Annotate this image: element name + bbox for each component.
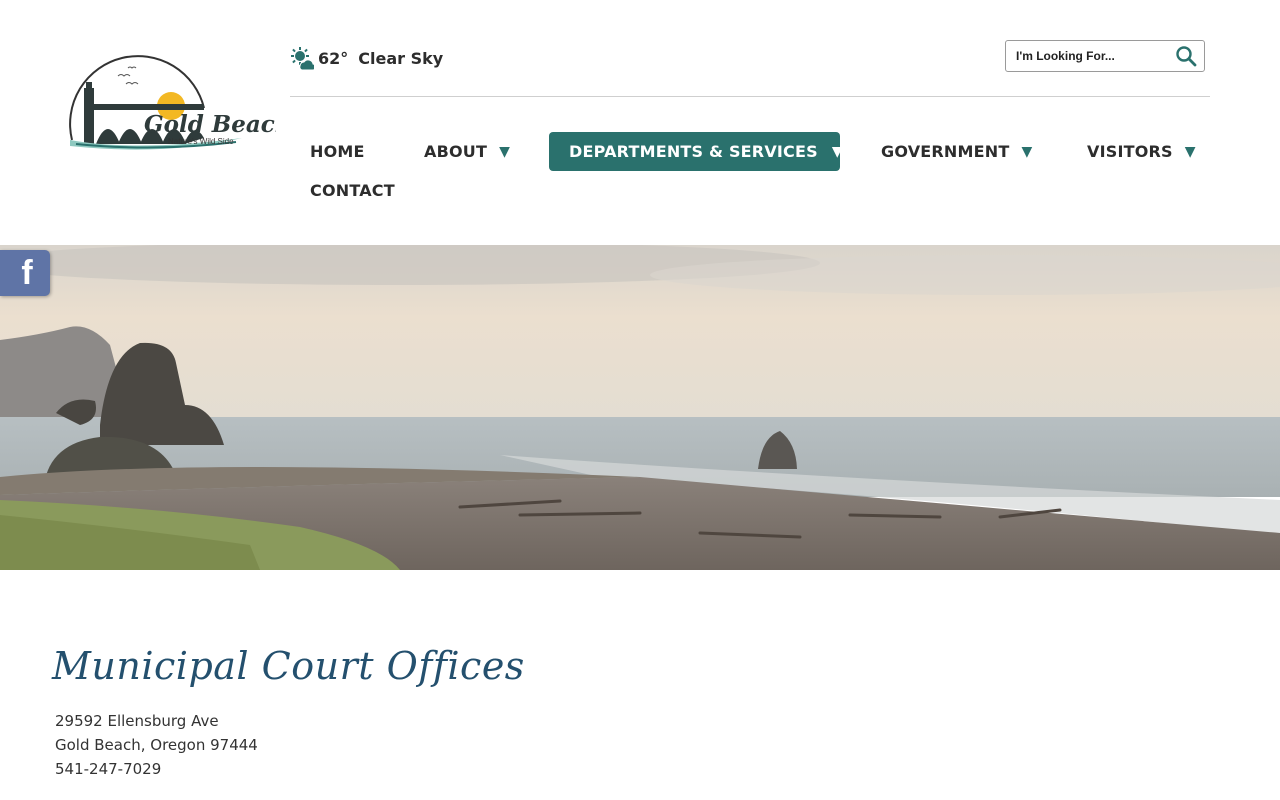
nav-item-visitors[interactable]: VISITORS ▼ [1087,132,1196,171]
hero-beach-image [0,245,1280,570]
dropdown-caret-icon: ▼ [1021,143,1033,160]
site-search [1005,40,1205,72]
search-input[interactable] [1006,42,1171,70]
weather-temperature: 62° [318,48,349,68]
weather-widget: 62° Clear Sky [290,46,443,70]
partly-sunny-icon [291,47,314,70]
nav-item-label: GOVERNMENT [881,142,1010,161]
nav-item-label: ABOUT [424,142,488,161]
address-city-state-zip: Gold Beach, Oregon 97444 [55,736,258,754]
site-header: Gold Beach Nature's Wild Side 62° Clear … [0,0,1280,245]
nav-item-departments-services[interactable]: DEPARTMENTS & SERVICES ▼ [549,132,843,171]
page-title: Municipal Court Offices [52,644,525,688]
nav-item-label: DEPARTMENTS & SERVICES [569,142,818,161]
header-divider [290,96,1210,97]
dropdown-caret-icon: ▼ [1184,143,1196,160]
dropdown-caret-icon: ▼ [831,143,843,160]
main-content: Municipal Court Offices 29592 Ellensburg… [0,570,1280,800]
weather-condition: Clear Sky [358,48,444,68]
address-street: 29592 Ellensburg Ave [55,712,219,730]
nav-item-label: CONTACT [310,181,395,200]
nav-item-contact[interactable]: CONTACT [310,171,395,210]
office-address: 29592 Ellensburg Ave Gold Beach, Oregon … [55,709,258,781]
office-phone: 541-247-7029 [55,760,162,778]
nav-item-government[interactable]: GOVERNMENT ▼ [881,132,1032,171]
nav-item-about[interactable]: ABOUT ▼ [424,132,510,171]
facebook-icon: f [21,254,33,292]
logo-tagline: Nature's Wild Side [168,137,234,146]
logo-name: Gold Beach [144,111,276,138]
gold-beach-logo[interactable]: Gold Beach Nature's Wild Side [66,48,276,156]
nav-item-label: VISITORS [1087,142,1173,161]
nav-item-home[interactable]: HOME [310,132,365,171]
facebook-link[interactable]: f [0,250,50,296]
search-button[interactable] [1171,41,1201,71]
search-icon [1176,46,1197,67]
nav-item-label: HOME [310,142,365,161]
dropdown-caret-icon: ▼ [499,143,511,160]
